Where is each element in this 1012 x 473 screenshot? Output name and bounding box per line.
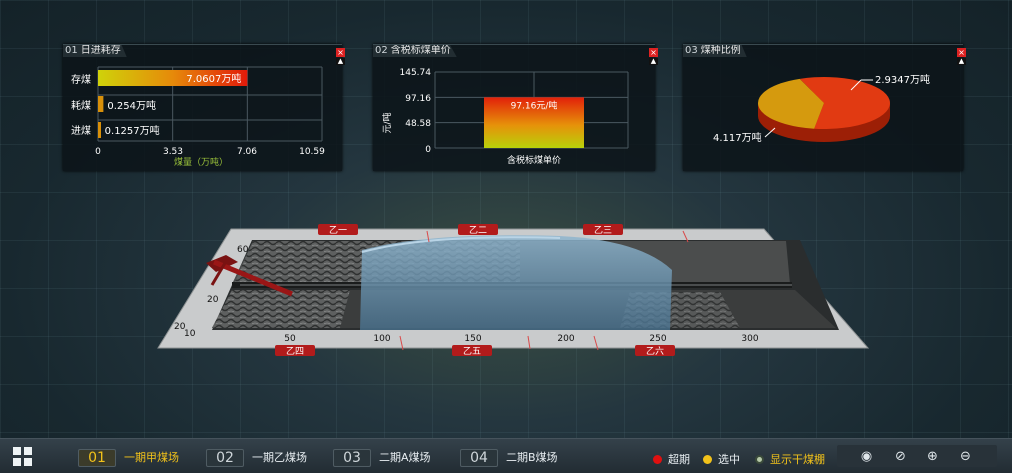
- x-tick-label: 250: [649, 334, 666, 344]
- zoom-in-icon[interactable]: ⊕: [925, 449, 940, 464]
- x-tick-label: 200: [557, 334, 574, 344]
- area-label: 乙三: [594, 225, 612, 236]
- field-tab-4[interactable]: 04 二期B煤场: [460, 449, 558, 467]
- grid-menu-icon[interactable]: [13, 447, 33, 467]
- field-number: 02: [206, 449, 244, 467]
- legend-label: 选中: [718, 453, 740, 466]
- field-number: 01: [78, 449, 116, 467]
- x-tick-label: 50: [284, 334, 296, 344]
- legend-show-shed[interactable]: 显示干煤棚: [755, 451, 825, 467]
- view-tools: ◉ ⊘ ⊕ ⊖: [837, 445, 997, 467]
- field-number: 03: [333, 449, 371, 467]
- field-label: 二期B煤场: [506, 451, 558, 464]
- selected-dot-icon: [703, 454, 712, 464]
- zoom-out-icon[interactable]: ⊖: [958, 449, 973, 464]
- field-label: 一期甲煤场: [124, 451, 179, 464]
- area-label: 乙四: [286, 346, 304, 357]
- overdue-dot-icon: [653, 454, 662, 464]
- legend-overdue[interactable]: 超期: [653, 451, 690, 467]
- x-tick-label: 100: [373, 334, 390, 344]
- dry-coal-shed[interactable]: [360, 235, 672, 330]
- y-tick-label: 10: [184, 329, 196, 339]
- legend-label: 超期: [668, 453, 690, 466]
- x-tick-label: 150: [464, 334, 481, 344]
- legend-selected[interactable]: 选中: [703, 451, 740, 467]
- area-label: 乙六: [646, 345, 664, 357]
- show-shed-radio-icon: [755, 454, 764, 464]
- field-label: 一期乙煤场: [252, 451, 307, 464]
- y-tick-label: 20: [207, 295, 219, 305]
- area-label: 乙五: [463, 346, 481, 357]
- compass-icon[interactable]: ⊘: [893, 449, 908, 464]
- legend-label: 显示干煤棚: [770, 453, 825, 466]
- eye-icon[interactable]: ◉: [859, 449, 874, 464]
- bottom-toolbar: 01 一期甲煤场 02 一期乙煤场 03 二期A煤场 04 二期B煤场 超期 选中 显示…: [0, 438, 1012, 473]
- field-tab-1[interactable]: 01 一期甲煤场: [78, 449, 179, 467]
- coal-yard-view[interactable]: 乙一 乙二 乙三 乙四 乙五 乙六 50 100 150 200 250 300 60 …: [0, 0, 1012, 473]
- coal-pile: [212, 290, 350, 328]
- area-label: 乙二: [469, 225, 487, 236]
- field-tab-2[interactable]: 02 一期乙煤场: [206, 449, 307, 467]
- y-tick-label: 60: [237, 245, 249, 255]
- field-number: 04: [460, 449, 498, 467]
- x-tick-label: 300: [741, 334, 758, 344]
- field-label: 二期A煤场: [379, 451, 431, 464]
- area-label: 乙一: [329, 225, 347, 236]
- field-tab-3[interactable]: 03 二期A煤场: [333, 449, 431, 467]
